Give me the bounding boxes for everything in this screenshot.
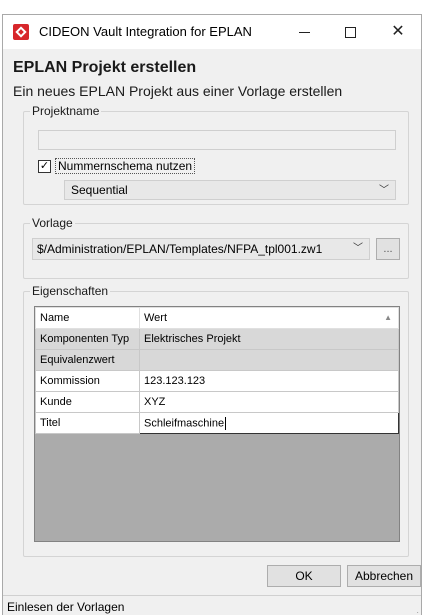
property-name-cell: Kunde xyxy=(35,391,140,413)
dialog-heading: EPLAN Projekt erstellen xyxy=(13,59,197,76)
column-header-wert[interactable]: Wert ▲ xyxy=(139,307,399,329)
dialog-subheading: Ein neues EPLAN Projekt aus einer Vorlag… xyxy=(13,83,343,99)
vorlage-group-label: Vorlage xyxy=(30,216,75,230)
property-name-cell: Equivalenzwert xyxy=(35,349,140,371)
property-value-cell xyxy=(139,349,399,371)
table-row[interactable]: Titel Schleifmaschine xyxy=(35,412,399,434)
minimize-button[interactable] xyxy=(281,15,327,49)
cancel-button[interactable]: Abbrechen xyxy=(347,565,421,587)
resize-grip-icon[interactable]: ⋰ xyxy=(411,605,419,615)
vorlage-select[interactable]: $/Administration/EPLAN/Templates/NFPA_tp… xyxy=(32,238,370,260)
property-value-cell: Elektrisches Projekt xyxy=(139,328,399,350)
table-row[interactable]: Kunde XYZ xyxy=(35,391,399,413)
property-value-text: Schleifmaschine xyxy=(144,416,225,429)
column-header-name[interactable]: Name xyxy=(35,307,140,329)
property-value-cell[interactable]: 123.123.123 xyxy=(139,370,399,392)
eigenschaften-group-label: Eigenschaften xyxy=(30,284,111,298)
chevron-down-icon: ﹀ xyxy=(353,243,363,254)
dialog-window: CIDEON Vault Integration for EPLAN ✕ EPL… xyxy=(2,14,422,615)
property-value-editor[interactable]: Schleifmaschine xyxy=(139,412,399,434)
close-button[interactable]: ✕ xyxy=(375,15,421,49)
property-name-cell: Kommission xyxy=(35,370,140,392)
nummernschema-checkbox[interactable]: ✓ xyxy=(38,159,51,173)
nummernschema-label[interactable]: Nummernschema nutzen xyxy=(55,158,196,174)
property-name-cell: Komponenten Typ xyxy=(35,328,140,350)
status-text: Einlesen der Vorlagen xyxy=(7,600,125,614)
maximize-icon xyxy=(344,26,356,38)
window-title: CIDEON Vault Integration for EPLAN xyxy=(39,24,252,39)
property-value-cell[interactable]: XYZ xyxy=(139,391,399,413)
maximize-button[interactable] xyxy=(327,15,373,49)
status-bar: Einlesen der Vorlagen ⋰ xyxy=(3,595,421,615)
table-row[interactable]: Komponenten Typ Elektrisches Projekt xyxy=(35,328,399,350)
browse-button[interactable]: ... xyxy=(376,238,400,260)
projektname-group-label: Projektname xyxy=(30,104,102,118)
title-bar[interactable]: CIDEON Vault Integration for EPLAN ✕ xyxy=(3,15,421,49)
properties-grid[interactable]: Name Wert ▲ Komponenten Typ Elektrisches… xyxy=(34,306,400,542)
grid-header-row: Name Wert ▲ xyxy=(35,307,399,329)
vorlage-select-value: $/Administration/EPLAN/Templates/NFPA_tp… xyxy=(37,242,323,256)
sort-ascending-icon: ▲ xyxy=(384,313,392,322)
close-icon: ✕ xyxy=(391,23,405,40)
cideon-logo-icon xyxy=(13,24,29,40)
checkmark-icon: ✓ xyxy=(39,159,50,172)
ok-button[interactable]: OK xyxy=(267,565,341,587)
vorlage-group: Vorlage $/Administration/EPLAN/Templates… xyxy=(23,216,409,279)
table-row[interactable]: Equivalenzwert xyxy=(35,349,399,371)
eigenschaften-group: Eigenschaften Name Wert ▲ Komponenten Ty… xyxy=(23,284,409,557)
text-caret xyxy=(225,416,227,430)
chevron-down-icon: ﹀ xyxy=(379,185,389,196)
nummernschema-select[interactable]: Sequential ﹀ xyxy=(64,180,396,200)
nummernschema-checkbox-row[interactable]: ✓ Nummernschema nutzen xyxy=(38,158,196,174)
column-header-wert-label: Wert xyxy=(144,312,168,324)
minimize-icon xyxy=(298,31,310,33)
property-name-cell: Titel xyxy=(35,412,140,434)
projektname-input[interactable] xyxy=(38,130,396,150)
nummernschema-select-value: Sequential xyxy=(71,183,128,197)
table-row[interactable]: Kommission 123.123.123 xyxy=(35,370,399,392)
projektname-group: Projektname ✓ Nummernschema nutzen Seque… xyxy=(23,104,409,205)
